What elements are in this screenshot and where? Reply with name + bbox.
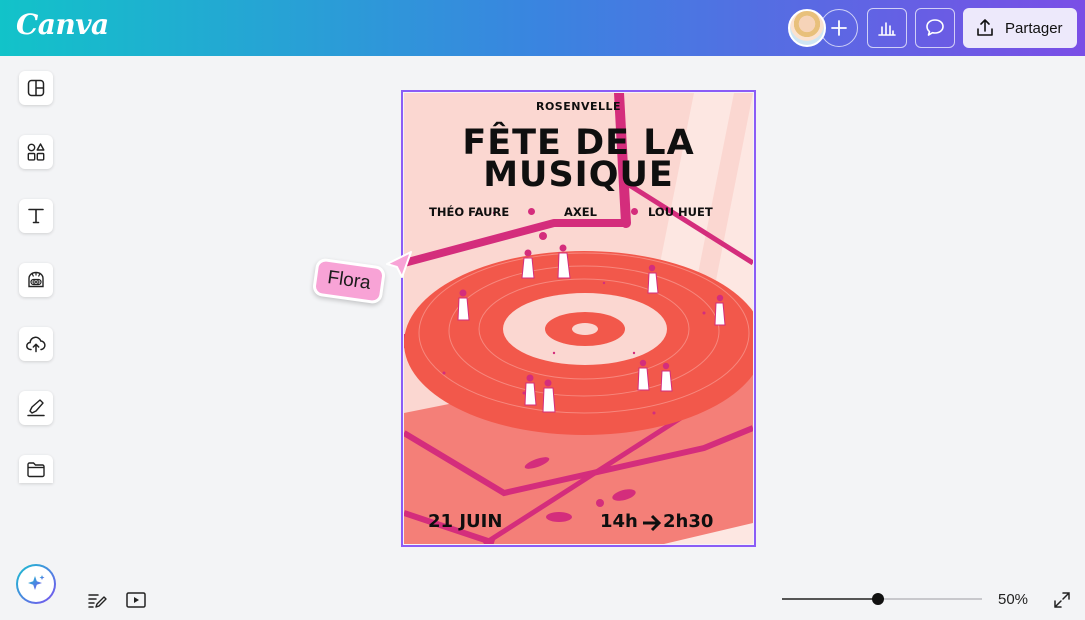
poster-date: 21 JUIN [428,511,503,532]
sidebar-item-projects[interactable] [19,455,53,483]
sidebar-item-brand[interactable] [19,263,53,297]
comments-button[interactable] [915,8,955,48]
poster-town: ROSENVELLE [535,100,622,113]
artist-separator-dot [631,208,638,215]
poster-page[interactable]: ROSENVELLE FÊTE DE LA MUSIQUE THÉO FAURE… [404,93,753,544]
magic-assistant-button[interactable] [16,564,56,604]
sidebar-item-design[interactable] [19,71,53,105]
poster-title-line2: MUSIQUE [483,155,674,195]
top-bar: Canva Partager [0,0,1085,56]
zoom-slider-fill [782,598,878,600]
zoom-slider[interactable] [782,593,982,605]
uploads-icon [26,336,46,353]
zoom-level[interactable]: 50% [998,591,1028,608]
brand-icon [28,271,44,288]
poster-artist-2: AXEL [564,205,597,219]
artist-separator-dot [528,208,535,215]
sparkle-magic-icon [28,575,45,590]
poster-time-start: 14h [600,511,638,532]
poster-time-end: 2h30 [663,511,714,532]
collaborator-cursor-icon [386,251,412,278]
user-avatar[interactable] [788,9,826,47]
arrow-right-icon [643,514,661,532]
present-button[interactable] [124,588,148,612]
text-icon [28,208,44,224]
insights-button[interactable] [867,8,907,48]
canva-logo[interactable]: Canva [16,8,109,41]
notes-button[interactable] [85,588,109,612]
elements-icon [27,143,45,161]
upload-share-icon [977,19,993,36]
zoom-slider-thumb[interactable] [872,593,884,605]
poster-artist-3: LOU HUET [648,205,713,219]
share-label: Partager [1005,19,1063,37]
share-button[interactable]: Partager [963,8,1077,48]
sidebar-item-draw[interactable] [19,391,53,425]
collaborator-name-tag: Flora [311,257,387,305]
bar-chart-icon [878,22,896,36]
sidebar-item-text[interactable] [19,199,53,233]
design-templates-icon [27,79,45,97]
comment-icon [926,19,944,36]
notes-icon [88,594,107,608]
projects-folder-icon [27,462,45,478]
present-play-icon [126,592,146,608]
fullscreen-button[interactable] [1050,588,1074,612]
expand-icon [1054,592,1070,608]
collaborator-name: Flora [326,267,372,294]
poster-artist-1: THÉO FAURE [429,205,510,219]
plus-icon [831,20,847,36]
sidebar-item-uploads[interactable] [19,327,53,361]
sidebar-item-elements[interactable] [19,135,53,169]
draw-icon [27,399,45,417]
